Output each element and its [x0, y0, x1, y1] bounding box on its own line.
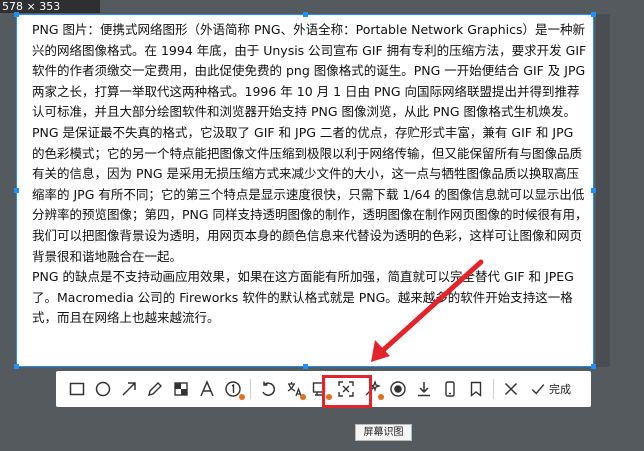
resize-handle-tm[interactable] — [303, 12, 308, 17]
paragraph: PNG 图片：便携式网络图形（外语简称 PNG、外语全称：Portable Ne… — [32, 22, 587, 120]
background-window-edge — [596, 14, 610, 367]
tooltip: 屏幕识图 — [355, 424, 412, 441]
paragraph: PNG 的缺点是不支持动画应用效果，如果在这方面能有所加强，简直就可以完全替代 … — [32, 269, 574, 326]
pen-icon[interactable] — [142, 376, 168, 402]
download-icon[interactable] — [411, 376, 437, 402]
resize-handle-bm[interactable] — [303, 364, 308, 369]
phone-icon[interactable] — [437, 376, 463, 402]
resize-handle-ml[interactable] — [14, 188, 19, 193]
close-icon[interactable] — [498, 376, 524, 402]
screen-translate-icon[interactable] — [281, 376, 307, 402]
done-label: 完成 — [549, 383, 571, 396]
notification-dot — [239, 394, 245, 400]
paragraph: PNG 是保证最不失真的格式，它汲取了 GIF 和 JPG 二者的优点，存贮形式… — [32, 124, 588, 264]
done-button[interactable]: 完成 — [530, 381, 571, 397]
rectangle-icon[interactable] — [64, 376, 90, 402]
mosaic-icon[interactable] — [168, 376, 194, 402]
ellipse-icon[interactable] — [90, 376, 116, 402]
undo-icon[interactable] — [255, 376, 281, 402]
record-icon[interactable] — [385, 376, 411, 402]
resize-handle-tl[interactable] — [14, 12, 19, 17]
notification-dot — [300, 394, 306, 400]
text-icon[interactable] — [194, 376, 220, 402]
notification-dot — [378, 394, 384, 400]
toolbar-divider — [493, 379, 494, 399]
document-text: PNG 图片：便携式网络图形（外语简称 PNG、外语全称：Portable Ne… — [32, 20, 588, 329]
bookmark-icon[interactable] — [463, 376, 489, 402]
toolbar-divider — [250, 379, 251, 399]
highlight-box — [322, 375, 372, 408]
number-marker-icon[interactable] — [220, 376, 246, 402]
resize-handle-bl[interactable] — [14, 364, 19, 369]
checkmark-icon — [531, 384, 545, 395]
arrow-icon[interactable] — [116, 376, 142, 402]
